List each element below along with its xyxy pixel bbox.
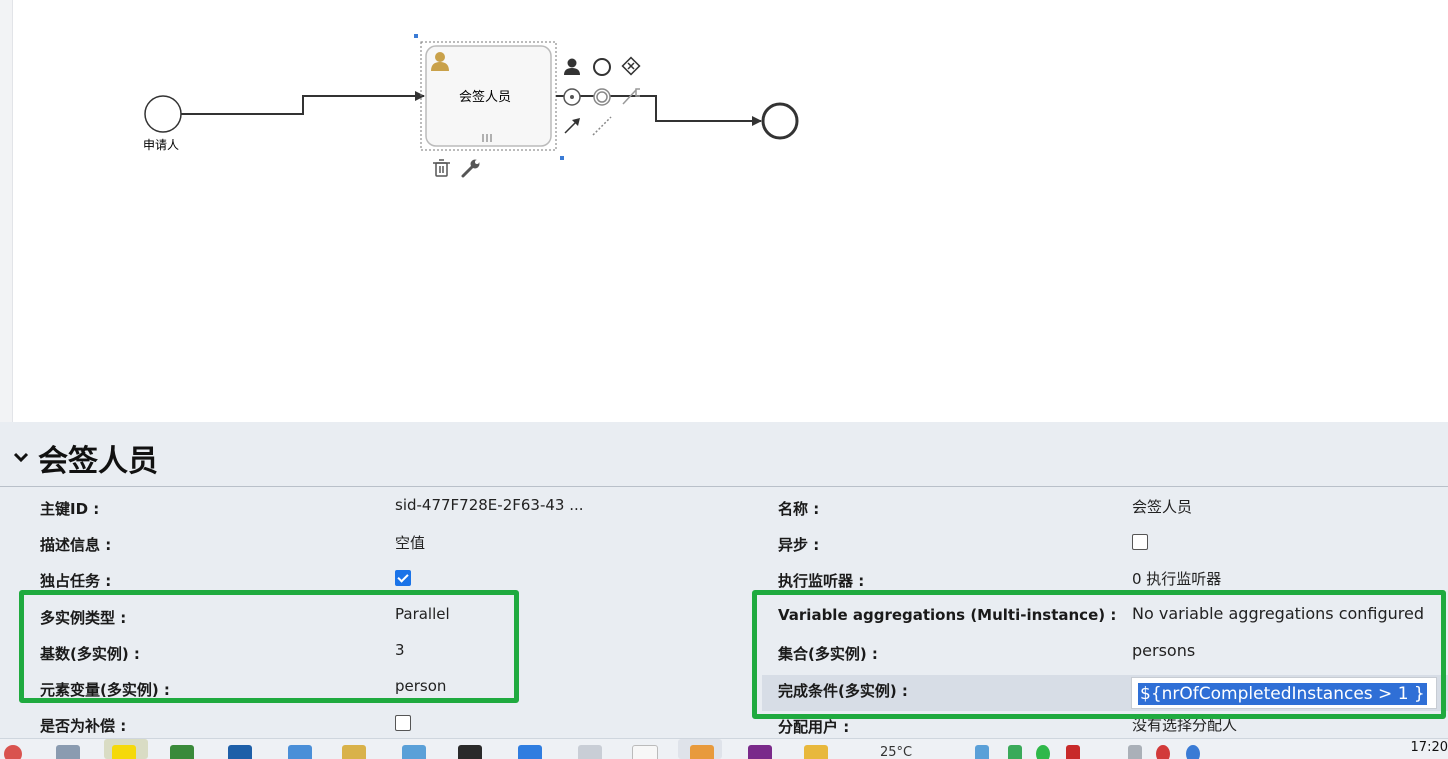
sequence-flow-2[interactable] [556,95,762,126]
highlight-box-right [752,590,1446,719]
taskbar-weather[interactable]: 25°C [880,745,912,759]
prop-label-execution-listeners: 执行监听器 : [778,572,865,590]
palette-association-icon[interactable] [592,116,612,136]
prop-value-documentation[interactable]: 空值 [395,532,425,553]
tray-icon[interactable] [1128,745,1142,759]
tray-icon[interactable] [975,745,989,759]
properties-header: 会签人员 [0,422,1448,487]
prop-value-name[interactable]: 会签人员 [1132,496,1192,517]
taskbar: 25°C 17:20 [0,738,1448,759]
compensation-checkbox[interactable] [395,715,411,731]
taskbar-app-icon[interactable] [56,745,80,759]
properties-panel: 会签人员 主键ID : sid-477F728E-2F63-43 ... 描述信… [0,422,1448,738]
resize-handle-br[interactable] [560,156,564,160]
start-event-label: 申请人 [143,138,179,152]
taskbar-app-icon[interactable] [4,745,22,759]
prop-label-compensation: 是否为补偿 : [40,717,127,735]
prop-label-documentation: 描述信息 : [40,536,112,554]
prop-value-execution-listeners[interactable]: 0 执行监听器 [1132,568,1221,589]
properties-title: 会签人员 [38,444,158,479]
wrench-icon[interactable] [461,159,480,178]
taskbar-app-icon[interactable] [690,745,714,759]
taskbar-app-icon[interactable] [112,745,136,759]
prop-label-id: 主键ID : [40,500,100,518]
resize-handle-tl[interactable] [414,34,418,38]
chevron-down-icon[interactable] [12,448,30,466]
taskbar-app-icon[interactable] [342,745,366,759]
taskbar-app-icon[interactable] [578,745,602,759]
prop-label-exclusive: 独占任务 : [40,572,112,590]
process-canvas[interactable]: 申请人 会签人员 [0,0,1448,422]
taskbar-app-icon[interactable] [228,745,252,759]
taskbar-app-icon[interactable] [402,745,426,759]
palette-connect-icon[interactable] [564,118,580,134]
tray-icon[interactable] [1066,745,1080,759]
taskbar-app-icon[interactable] [748,745,772,759]
taskbar-app-icon[interactable] [458,745,482,759]
exclusive-checkbox[interactable] [395,570,411,586]
tray-icon[interactable] [1156,745,1170,759]
trash-icon[interactable] [433,159,450,177]
taskbar-clock[interactable]: 17:20 [1411,740,1448,755]
sequence-flow-1[interactable] [181,91,425,115]
palette-boundary-event-icon[interactable] [593,88,611,106]
taskbar-app-icon[interactable] [170,745,194,759]
taskbar-app-icon[interactable] [288,745,312,759]
tray-icon[interactable] [1036,745,1050,759]
start-event[interactable] [144,95,182,133]
taskbar-app-icon[interactable] [804,745,828,759]
prop-value-id[interactable]: sid-477F728E-2F63-43 ... [395,496,584,514]
user-task-label: 会签人员 [459,89,511,105]
end-event[interactable] [761,102,799,140]
tray-icon[interactable] [1186,745,1200,759]
highlight-box-left [19,590,519,703]
palette-gateway-icon[interactable] [621,56,641,76]
taskbar-app-icon[interactable] [632,745,658,759]
prop-label-assignment: 分配用户 : [778,718,850,736]
tray-icon[interactable] [1008,745,1022,759]
prop-label-async: 异步 : [778,536,820,554]
prop-label-name: 名称 : [778,500,820,518]
palette-intermediate-event-icon[interactable] [563,88,581,106]
palette-end-event-icon[interactable] [593,58,611,76]
async-checkbox[interactable] [1132,534,1148,550]
taskbar-app-icon[interactable] [518,745,542,759]
palette-user-task-icon[interactable] [564,58,580,76]
bpmn-diagram[interactable]: 申请人 会签人员 [0,0,1448,422]
